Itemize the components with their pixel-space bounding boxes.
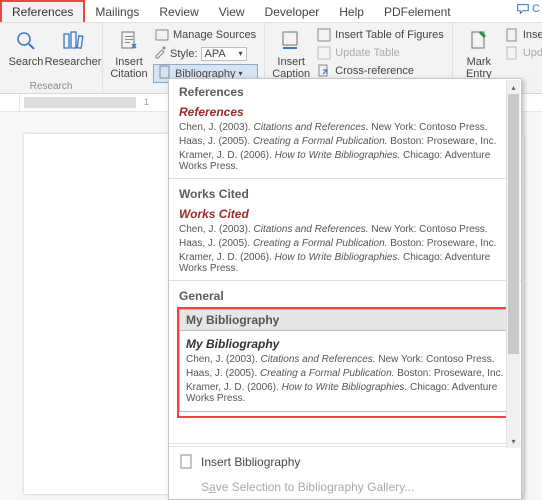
save-to-gallery-label: Save Selection to Bibliography Gallery..…: [201, 480, 414, 494]
group-research: Search Researcher Research: [0, 23, 103, 93]
bibliography-entry: Haas, J. (2005). Creating a Formal Publi…: [179, 238, 511, 249]
search-icon: [15, 27, 37, 55]
style-value: APA: [205, 48, 226, 60]
gallery-scrollbar[interactable]: ▴ ▾: [506, 80, 520, 448]
bibliography-entry: Chen, J. (2003). Citations and Reference…: [179, 224, 511, 235]
insert-bibliography-icon: [179, 454, 195, 470]
ruler-corner: [0, 94, 20, 111]
save-to-gallery-menuitem: Save Selection to Bibliography Gallery..…: [169, 475, 521, 499]
bib-entries: Chen, J. (2003). Citations and Reference…: [179, 122, 511, 172]
gallery-section-general: General: [169, 283, 521, 307]
insert-index-icon: [505, 28, 519, 42]
bibliography-entry: Chen, J. (2003). Citations and Reference…: [179, 122, 511, 133]
gallery-section-references: References: [169, 79, 521, 103]
tab-review[interactable]: Review: [149, 2, 208, 22]
tab-help[interactable]: Help: [329, 2, 374, 22]
comment-icon: [516, 2, 530, 16]
cross-ref-icon: [317, 64, 331, 78]
mark-entry-label: Mark Entry: [466, 56, 492, 80]
cross-reference-label: Cross-reference: [335, 65, 414, 77]
bib-entries: Chen, J. (2003). Citations and Reference…: [179, 224, 511, 274]
ruler-number: 1: [144, 97, 149, 107]
insert-tof-button[interactable]: Insert Table of Figures: [315, 27, 446, 43]
mark-entry-icon: [468, 27, 490, 55]
comments-indicator[interactable]: C: [516, 2, 540, 16]
chevron-down-icon: ▾: [239, 49, 243, 58]
search-label: Search: [9, 56, 44, 68]
bibliography-entry: Kramer, J. D. (2006). How to Write Bibli…: [179, 150, 511, 172]
ribbon-tabstrip: References Mailings Review View Develope…: [0, 0, 542, 22]
update-index-icon: [505, 46, 519, 60]
manage-sources-label: Manage Sources: [173, 29, 256, 41]
gallery-item-my-bibliography[interactable]: My Bibliography My Bibliography Chen, J.…: [177, 307, 513, 418]
bibliography-entry: Haas, J. (2005). Creating a Formal Publi…: [186, 368, 504, 379]
manage-sources-button[interactable]: Manage Sources: [153, 27, 258, 43]
researcher-button[interactable]: Researcher: [48, 25, 98, 68]
search-button[interactable]: Search: [4, 25, 48, 68]
bibliography-entry: Haas, J. (2005). Creating a Formal Publi…: [179, 136, 511, 147]
group-label-research: Research: [30, 80, 73, 93]
gallery-item-title: References: [179, 105, 511, 119]
tof-icon: [317, 28, 331, 42]
insert-index-button[interactable]: Insert Ind: [503, 27, 542, 43]
bibliography-entry: Kramer, J. D. (2006). How to Write Bibli…: [179, 252, 511, 274]
my-bibliography-header: My Bibliography: [179, 309, 511, 331]
insert-tof-label: Insert Table of Figures: [335, 29, 444, 41]
update-index-label: Update In: [523, 47, 542, 59]
scroll-up-button[interactable]: ▴: [507, 80, 520, 94]
update-table-button: Update Table: [315, 45, 446, 61]
update-table-label: Update Table: [335, 47, 400, 59]
tab-mailings[interactable]: Mailings: [85, 2, 149, 22]
style-selector[interactable]: Style: APA ▾: [153, 45, 258, 62]
style-icon: [153, 45, 167, 62]
scrollbar-thumb[interactable]: [508, 94, 519, 354]
caption-icon: [280, 27, 302, 55]
insert-bibliography-label: Insert Bibliography: [201, 455, 300, 469]
scrollbar-track[interactable]: [507, 94, 520, 434]
my-bibliography-title: My Bibliography: [186, 337, 504, 351]
gallery-item-works-cited[interactable]: Works Cited Chen, J. (2003). Citations a…: [179, 207, 511, 274]
bibliography-entry: Chen, J. (2003). Citations and Reference…: [186, 354, 504, 365]
insert-bibliography-menuitem[interactable]: Insert Bibliography: [169, 449, 521, 475]
style-combo[interactable]: APA ▾: [201, 47, 247, 61]
tab-references[interactable]: References: [0, 0, 85, 22]
update-table-icon: [317, 46, 331, 60]
chevron-down-icon: ▾: [239, 69, 243, 78]
gallery-item-references[interactable]: References Chen, J. (2003). Citations an…: [179, 105, 511, 172]
gallery-item-title: Works Cited: [179, 207, 511, 221]
tab-developer[interactable]: Developer: [255, 2, 330, 22]
citation-icon: [118, 27, 140, 55]
bib-entries: Chen, J. (2003). Citations and Reference…: [186, 354, 504, 404]
insert-citation-button[interactable]: Insert Citation: [107, 25, 151, 80]
insert-caption-button[interactable]: Insert Caption: [269, 25, 313, 80]
update-index-button: Update In: [503, 45, 542, 61]
style-label: Style:: [170, 48, 198, 60]
scroll-down-button[interactable]: ▾: [507, 434, 520, 448]
comments-label: C: [532, 3, 540, 15]
tab-pdfelement[interactable]: PDFelement: [374, 2, 461, 22]
bibliography-gallery-dropdown: References References Chen, J. (2003). C…: [168, 78, 522, 500]
bibliography-entry: Kramer, J. D. (2006). How to Write Bibli…: [186, 382, 504, 404]
gallery-section-works-cited: Works Cited: [169, 181, 521, 205]
insert-caption-label: Insert Caption: [272, 56, 310, 80]
tab-view[interactable]: View: [209, 2, 255, 22]
cross-reference-button[interactable]: Cross-reference: [315, 63, 446, 79]
insert-citation-label: Insert Citation: [110, 56, 147, 80]
researcher-label: Researcher: [45, 56, 102, 68]
manage-sources-icon: [155, 28, 169, 42]
mark-entry-button[interactable]: Mark Entry: [457, 25, 501, 80]
insert-index-label: Insert Ind: [523, 29, 542, 41]
books-icon: [61, 27, 85, 55]
